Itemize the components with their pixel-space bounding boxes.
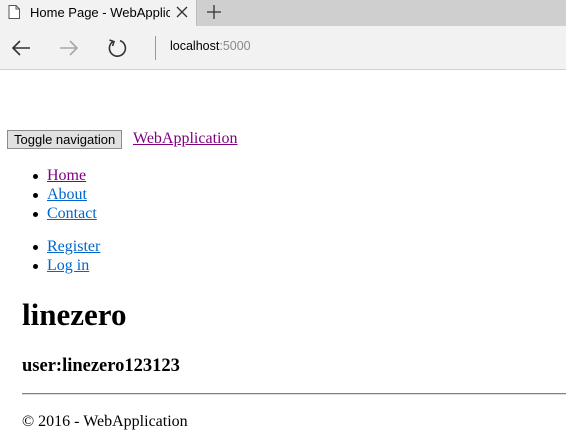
forward-arrow-icon[interactable] — [58, 37, 80, 59]
address-bar[interactable]: localhost:5000 — [170, 38, 251, 54]
user-subheading: user:linezero123123 — [22, 356, 180, 376]
auth-nav: Register Log in — [0, 237, 100, 275]
about-link[interactable]: About — [47, 186, 87, 203]
browser-toolbar: localhost:5000 — [0, 26, 566, 70]
footer-divider — [22, 393, 566, 395]
page-heading: linezero — [22, 297, 127, 332]
nav-item-contact: Contact — [0, 204, 97, 223]
nav-item-home: Home — [0, 166, 97, 185]
page-icon — [8, 5, 20, 19]
contact-link[interactable]: Contact — [47, 205, 97, 222]
refresh-icon[interactable] — [106, 37, 128, 59]
auth-item-login: Log in — [0, 256, 100, 275]
tab-title: Home Page - WebApplic — [30, 5, 170, 20]
home-link[interactable]: Home — [47, 167, 86, 184]
address-port: :5000 — [219, 39, 251, 53]
address-host: localhost — [170, 39, 220, 53]
tab-bar: Home Page - WebApplic — [0, 0, 566, 26]
register-link[interactable]: Register — [47, 238, 100, 255]
footer-text: © 2016 - WebApplication — [22, 413, 188, 430]
address-separator — [155, 36, 156, 60]
toggle-navigation-button[interactable]: Toggle navigation — [7, 130, 123, 149]
close-icon[interactable] — [175, 5, 189, 19]
back-arrow-icon[interactable] — [10, 37, 32, 59]
login-link[interactable]: Log in — [47, 257, 89, 274]
nav-item-about: About — [0, 185, 97, 204]
brand-link[interactable]: WebApplication — [133, 130, 237, 148]
auth-item-register: Register — [0, 237, 100, 256]
main-nav: Home About Contact — [0, 166, 97, 223]
browser-tab[interactable]: Home Page - WebApplic — [0, 0, 197, 26]
plus-icon[interactable] — [206, 4, 222, 20]
